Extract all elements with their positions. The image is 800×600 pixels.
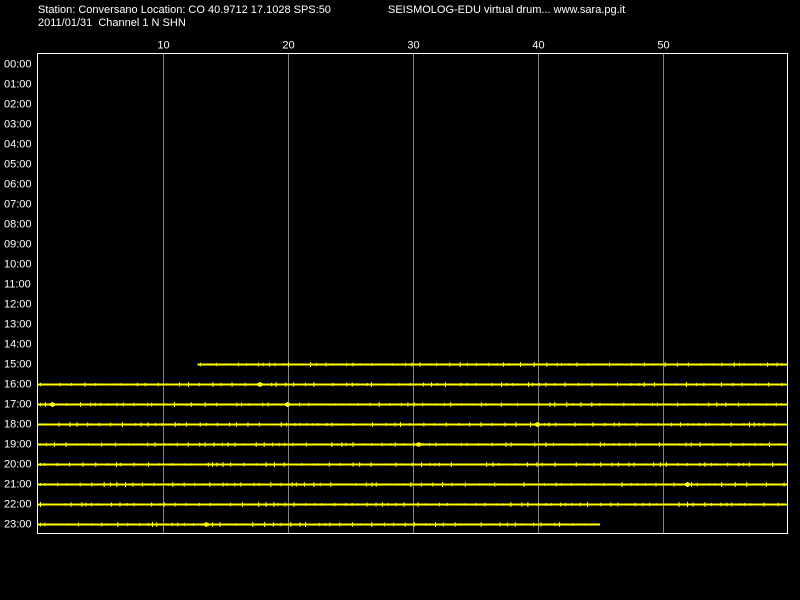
- event-burst: [284, 402, 291, 407]
- grid-layer: [163, 53, 664, 534]
- seismogram-drum: 10 20 30 40 50 00:00 01:00 02:00 03:00 04:00 05:0…: [4, 40, 788, 534]
- event-burst: [202, 522, 210, 527]
- hour-label: 12:00: [4, 299, 32, 311]
- x-tick-labels: 10 20 30 40 50: [157, 40, 669, 52]
- event-burst: [49, 402, 56, 407]
- hour-label: 20:00: [4, 459, 32, 471]
- event-burst: [534, 422, 541, 427]
- hour-label: 00:00: [4, 59, 32, 71]
- x-tick-label: 40: [532, 40, 544, 52]
- hour-label: 08:00: [4, 219, 32, 231]
- hour-label: 21:00: [4, 479, 32, 491]
- hour-label: 10:00: [4, 259, 32, 271]
- hour-label: 06:00: [4, 179, 32, 191]
- plot-frame: [37, 53, 788, 534]
- hour-label: 22:00: [4, 499, 32, 511]
- hour-label: 11:00: [4, 279, 31, 291]
- hour-label: 05:00: [4, 159, 32, 171]
- event-burst: [684, 482, 691, 487]
- hour-labels: 00:00 01:00 02:00 03:00 04:00 05:00 06:00 07:00…: [4, 59, 32, 531]
- hour-label: 07:00: [4, 199, 32, 211]
- hour-label: 03:00: [4, 119, 32, 131]
- hour-label: 13:00: [4, 319, 32, 331]
- x-tick-label: 50: [657, 40, 669, 52]
- hour-label: 14:00: [4, 339, 32, 351]
- hour-label: 15:00: [4, 359, 32, 371]
- hour-label: 16:00: [4, 379, 32, 391]
- hour-label: 01:00: [4, 79, 32, 91]
- hour-label: 02:00: [4, 99, 32, 111]
- hour-label: 04:00: [4, 139, 32, 151]
- x-tick-label: 30: [407, 40, 419, 52]
- event-burst: [415, 442, 423, 447]
- x-tick-label: 10: [157, 40, 169, 52]
- hour-label: 09:00: [4, 239, 32, 251]
- x-tick-label: 20: [282, 40, 294, 52]
- hour-label: 17:00: [4, 399, 32, 411]
- trace-layer: [37, 361, 788, 528]
- hour-label: 18:00: [4, 419, 32, 431]
- hour-label: 23:00: [4, 519, 32, 531]
- hour-label: 19:00: [4, 439, 32, 451]
- event-burst: [256, 382, 264, 387]
